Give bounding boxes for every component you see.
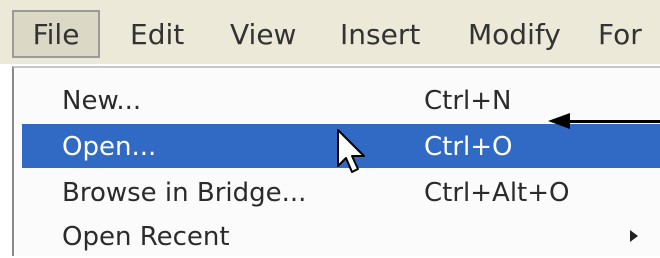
menu-format-label: For (598, 17, 642, 51)
menu-item-open-shortcut: Ctrl+O (424, 132, 513, 162)
menu-edit-label: Edit (130, 17, 185, 51)
menu-item-browse-shortcut: Ctrl+Alt+O (424, 178, 570, 208)
menu-file-label: File (32, 17, 80, 51)
menu-item-open-recent-label: Open Recent (62, 222, 230, 252)
menu-edit[interactable]: Edit (130, 10, 184, 58)
menu-insert-label: Insert (340, 17, 421, 51)
menu-modify-label: Modify (468, 17, 561, 51)
annotation-arrow-shaft (566, 120, 660, 123)
menu-file[interactable]: File (12, 10, 100, 58)
menu-item-new-shortcut: Ctrl+N (424, 86, 512, 116)
menu-item-open-recent[interactable]: Open Recent (22, 214, 660, 258)
menu-item-new-label: New... (62, 86, 142, 116)
left-arrow-icon (548, 113, 570, 129)
menu-item-open-label: Open... (62, 132, 157, 162)
mouse-pointer-icon (337, 129, 365, 173)
menu-bar: File Edit View Insert Modify For (0, 0, 660, 64)
menu-view-label: View (230, 17, 297, 51)
menu-modify[interactable]: Modify (468, 10, 561, 58)
submenu-triangle-icon (630, 230, 638, 242)
menu-format[interactable]: For (598, 10, 642, 58)
window-edge (0, 64, 12, 253)
menu-insert[interactable]: Insert (340, 10, 420, 58)
menu-view[interactable]: View (230, 10, 296, 58)
menu-item-browse-label: Browse in Bridge... (62, 178, 307, 208)
